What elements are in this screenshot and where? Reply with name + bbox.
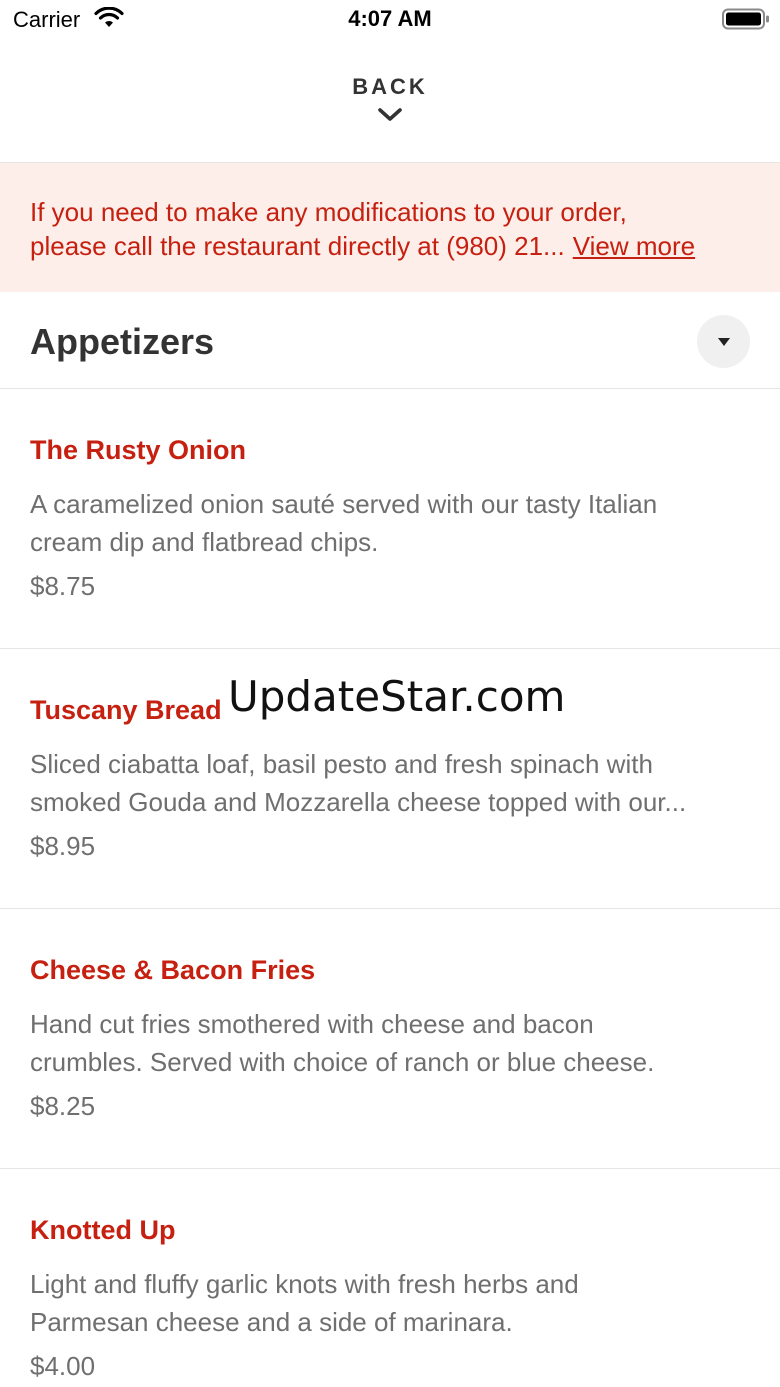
item-description-line: crumbles. Served with choice of ranch or… [30,1047,655,1077]
item-name: Tuscany Bread [30,695,222,725]
menu-screen: Carrier 4:07 AM BACK If you need to make… [0,0,780,1387]
item-name: The Rusty Onion [30,435,246,465]
menu-item[interactable]: The Rusty Onion A caramelized onion saut… [0,389,780,649]
item-description: Light and fluffy garlic knots with fresh… [30,1265,740,1341]
item-price: $8.95 [30,831,96,861]
item-price: $8.75 [30,571,96,601]
item-description: A caramelized onion sauté served with ou… [30,485,740,561]
chevron-down-icon [378,108,402,121]
item-description-line: Parmesan cheese and a side of marinara. [30,1307,513,1337]
item-description-line: smoked Gouda and Mozzarella cheese toppe… [30,787,687,817]
item-description-line: A caramelized onion sauté served with ou… [30,489,658,519]
status-bar: Carrier 4:07 AM [0,0,780,40]
status-time: 4:07 AM [348,6,432,31]
watermark-text: UpdateStar.com [228,672,566,721]
item-description: Sliced ciabatta loaf, basil pesto and fr… [30,745,740,821]
notice-line-1: If you need to make any modifications to… [30,197,627,227]
order-notice-banner: If you need to make any modifications to… [0,163,780,292]
section-title: Appetizers [30,321,215,362]
section-header-appetizers[interactable]: Appetizers [0,292,780,389]
item-price: $4.00 [30,1351,96,1381]
item-name: Knotted Up [30,1215,176,1245]
notice-line-2-text: please call the restaurant directly at (… [30,231,565,261]
item-description-line: Hand cut fries smothered with cheese and… [30,1009,594,1039]
item-name: Cheese & Bacon Fries [30,955,316,985]
item-price: $8.25 [30,1091,96,1121]
section-collapse-button[interactable] [697,315,750,368]
battery-icon [722,8,769,30]
item-description-line: Light and fluffy garlic knots with fresh… [30,1269,579,1299]
back-label: BACK [352,74,428,99]
caret-down-icon [717,337,730,346]
view-more-link[interactable]: View more [573,231,695,261]
item-description-line: Sliced ciabatta loaf, basil pesto and fr… [30,749,653,779]
back-button[interactable]: BACK [0,40,780,163]
menu-item[interactable]: Knotted Up Light and fluffy garlic knots… [0,1169,780,1387]
menu-item[interactable]: Cheese & Bacon Fries Hand cut fries smot… [0,909,780,1169]
notice-line-2: please call the restaurant directly at (… [30,229,750,263]
item-description: Hand cut fries smothered with cheese and… [30,1005,740,1081]
item-description-line: cream dip and flatbread chips. [30,527,379,557]
